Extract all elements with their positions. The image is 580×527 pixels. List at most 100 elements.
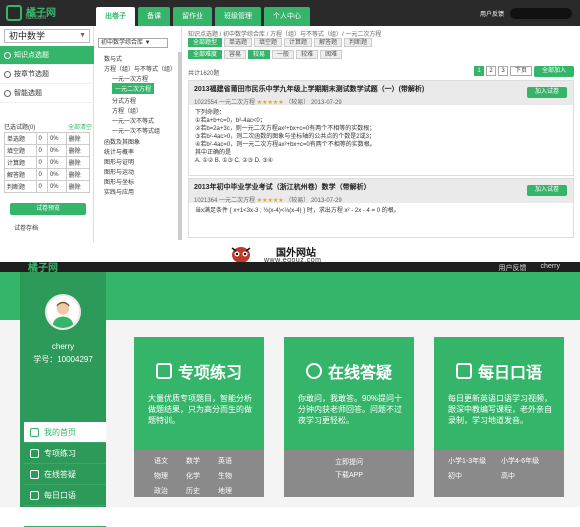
- tree-item[interactable]: 一元一次不等式: [112, 116, 154, 125]
- subject-select[interactable]: 初中数学 ▼: [4, 29, 90, 43]
- tab-homework[interactable]: 留作业: [173, 7, 212, 26]
- student-id: 学号：10004297: [33, 355, 93, 364]
- tree-item[interactable]: 方程（组）: [112, 106, 142, 115]
- question-header: 2013福建省莆田市民乐中学九年级上学期期末测试数学试题（一）(带解析) 102…: [189, 81, 573, 106]
- page-button[interactable]: 1: [474, 66, 484, 76]
- filter-chip[interactable]: 单选题: [224, 38, 253, 47]
- delete-link[interactable]: 删除: [65, 156, 91, 169]
- tree-item[interactable]: 分式方程: [112, 96, 136, 105]
- clear-all-link[interactable]: 全部清空: [68, 122, 92, 131]
- subject-link[interactable]: 语文: [154, 456, 186, 466]
- cell: 0: [35, 180, 48, 193]
- menu-daily-speaking[interactable]: 每日口语: [24, 485, 106, 506]
- delete-link[interactable]: 删除: [65, 132, 91, 145]
- paper-archive-link[interactable]: 试卷存档: [14, 223, 38, 232]
- menu-chapter-select[interactable]: 按章节选题: [0, 65, 94, 84]
- tab-personal-center[interactable]: 个人中心: [264, 7, 310, 26]
- tree-scrollbar[interactable]: [178, 52, 182, 240]
- card-title: 在线答疑: [284, 359, 414, 383]
- speaking-card[interactable]: 每日口语 每日更新英语口语学习视频，跟深中教编写课程，老外亲自录制，学习地道发音…: [434, 337, 564, 497]
- tab-class-manage[interactable]: 班级管理: [215, 7, 261, 26]
- filter-chip[interactable]: 判断题: [344, 38, 373, 47]
- menu-smart-select[interactable]: 智能选题: [0, 84, 94, 103]
- pencil-icon: [30, 449, 39, 458]
- menu-qa[interactable]: 在线答疑: [24, 464, 106, 485]
- add-to-paper-button[interactable]: 加入试卷: [527, 87, 567, 98]
- tree-item[interactable]: 一元一次不等式组: [112, 126, 160, 135]
- subject-link[interactable]: 生物: [218, 471, 250, 481]
- question-title[interactable]: 2013福建省莆田市民乐中学九年级上学期期末测试数学试题（一）(带解析): [194, 84, 568, 94]
- menu-knowledge-select[interactable]: 知识点选题: [0, 46, 94, 65]
- question-line: ④若b²-4ac=0，则一元二次方程ax²+bx+c=0有两个不相等的实数根。: [195, 142, 376, 148]
- grade-link[interactable]: 小学4-6年级: [501, 456, 554, 466]
- question-title[interactable]: 2013年初中毕业学业考试（浙江杭州卷）数学（带解析）: [194, 182, 568, 192]
- student-header: 橘子网 用户反馈 cherry: [0, 262, 580, 274]
- filter-chip[interactable]: 全部题型: [188, 38, 223, 47]
- page-button[interactable]: 3: [498, 66, 508, 76]
- cell: 判断题: [4, 180, 37, 193]
- tree-item[interactable]: 图形与证明: [104, 157, 134, 166]
- tree-item[interactable]: 统计与概率: [104, 147, 134, 156]
- menu-personal-center[interactable]: 个人中心: [24, 506, 106, 527]
- subject-link[interactable]: 物理: [154, 471, 186, 481]
- filter-chip[interactable]: 容易: [224, 50, 247, 59]
- add-to-paper-button[interactable]: 加入试卷: [527, 185, 567, 196]
- user-name-redacted[interactable]: [510, 8, 572, 19]
- cell: 解答题: [4, 168, 37, 181]
- subject-link[interactable]: 历史: [186, 486, 218, 496]
- subject-link[interactable]: 地理: [218, 486, 250, 496]
- menu-label: 每日口语: [44, 491, 76, 500]
- subject-link[interactable]: 化学: [186, 471, 218, 481]
- tree-item[interactable]: 实践与应用: [104, 187, 134, 196]
- tree-item[interactable]: 图形与坐标: [104, 177, 134, 186]
- table-row: 计算题 0 0% 删除: [4, 156, 91, 169]
- filter-chip[interactable]: 全部难度: [188, 50, 223, 59]
- tree-item[interactable]: 函数及其图象: [104, 137, 140, 146]
- chevron-down-icon: ▼: [79, 32, 86, 39]
- tree-item-selected[interactable]: 一元二次方程: [112, 83, 155, 94]
- question-line: ②若b=2a+3c，则一元二次方程ax²+bx+c=0有两个不相等的实数根；: [195, 126, 376, 132]
- menu-practice[interactable]: 专项练习: [24, 443, 106, 464]
- menu-my-home[interactable]: 我的首页: [24, 422, 106, 443]
- filter-chip[interactable]: 困难: [320, 50, 343, 59]
- filter-chip[interactable]: 较难: [296, 50, 319, 59]
- home-icon: [30, 428, 39, 437]
- add-all-button[interactable]: 全部加入: [534, 66, 574, 77]
- delete-link[interactable]: 删除: [65, 168, 91, 181]
- paper-preview-button[interactable]: 试卷预览: [10, 203, 86, 215]
- avatar[interactable]: [45, 294, 81, 330]
- filter-chip[interactable]: 计算题: [284, 38, 313, 47]
- grade-link[interactable]: 高中: [501, 471, 554, 481]
- tree-item[interactable]: 方程（组）与不等式（组）: [104, 64, 176, 73]
- logo[interactable]: 橘子网 tizi.com: [6, 3, 66, 23]
- page-button[interactable]: 2: [486, 66, 496, 76]
- filter-chip[interactable]: 一般: [272, 50, 295, 59]
- tree-library-select[interactable]: 初中数学综合库 ▼: [98, 38, 168, 48]
- delete-link[interactable]: 删除: [65, 180, 91, 193]
- cell: 0: [35, 156, 48, 169]
- download-app-link[interactable]: 下载APP: [284, 469, 414, 482]
- feedback-link[interactable]: 用户反馈: [480, 9, 504, 18]
- subject-link[interactable]: 英语: [218, 456, 250, 466]
- selected-count: 已选试题(0): [4, 125, 36, 131]
- table-row: 填空题 0 0% 删除: [4, 144, 91, 157]
- tree-item[interactable]: 一元一次方程: [112, 74, 148, 83]
- subject-link[interactable]: 政治: [154, 486, 186, 496]
- grade-link[interactable]: 小学1-3年级: [448, 456, 501, 466]
- delete-link[interactable]: 删除: [65, 144, 91, 157]
- tab-lesson-prep[interactable]: 备课: [138, 7, 170, 26]
- card-title-text: 在线答疑: [327, 365, 392, 382]
- practice-card[interactable]: 专项练习 大量优质专项题目，智能分析做题结果，只为高分而生的做题特训。 语文 数…: [134, 337, 264, 497]
- chapter-icon: [4, 71, 11, 78]
- filter-chip[interactable]: 填空题: [254, 38, 283, 47]
- ask-now-link[interactable]: 立即提问: [284, 456, 414, 469]
- subject-link[interactable]: 数学: [186, 456, 218, 466]
- filter-chip[interactable]: 较易: [248, 50, 271, 59]
- qa-card[interactable]: 在线答疑 你敢问，我敢答。90%提问十分钟内获老师回答。问题不过夜学习更轻松。 …: [284, 337, 414, 497]
- next-page-button[interactable]: 下页: [510, 66, 532, 76]
- grade-link[interactable]: 初中: [448, 471, 501, 481]
- filter-chip[interactable]: 解答题: [314, 38, 343, 47]
- tree-item[interactable]: 图形与运动: [104, 167, 134, 176]
- tab-create-paper[interactable]: 出卷子: [96, 7, 135, 26]
- tree-item[interactable]: 数与式: [104, 54, 122, 63]
